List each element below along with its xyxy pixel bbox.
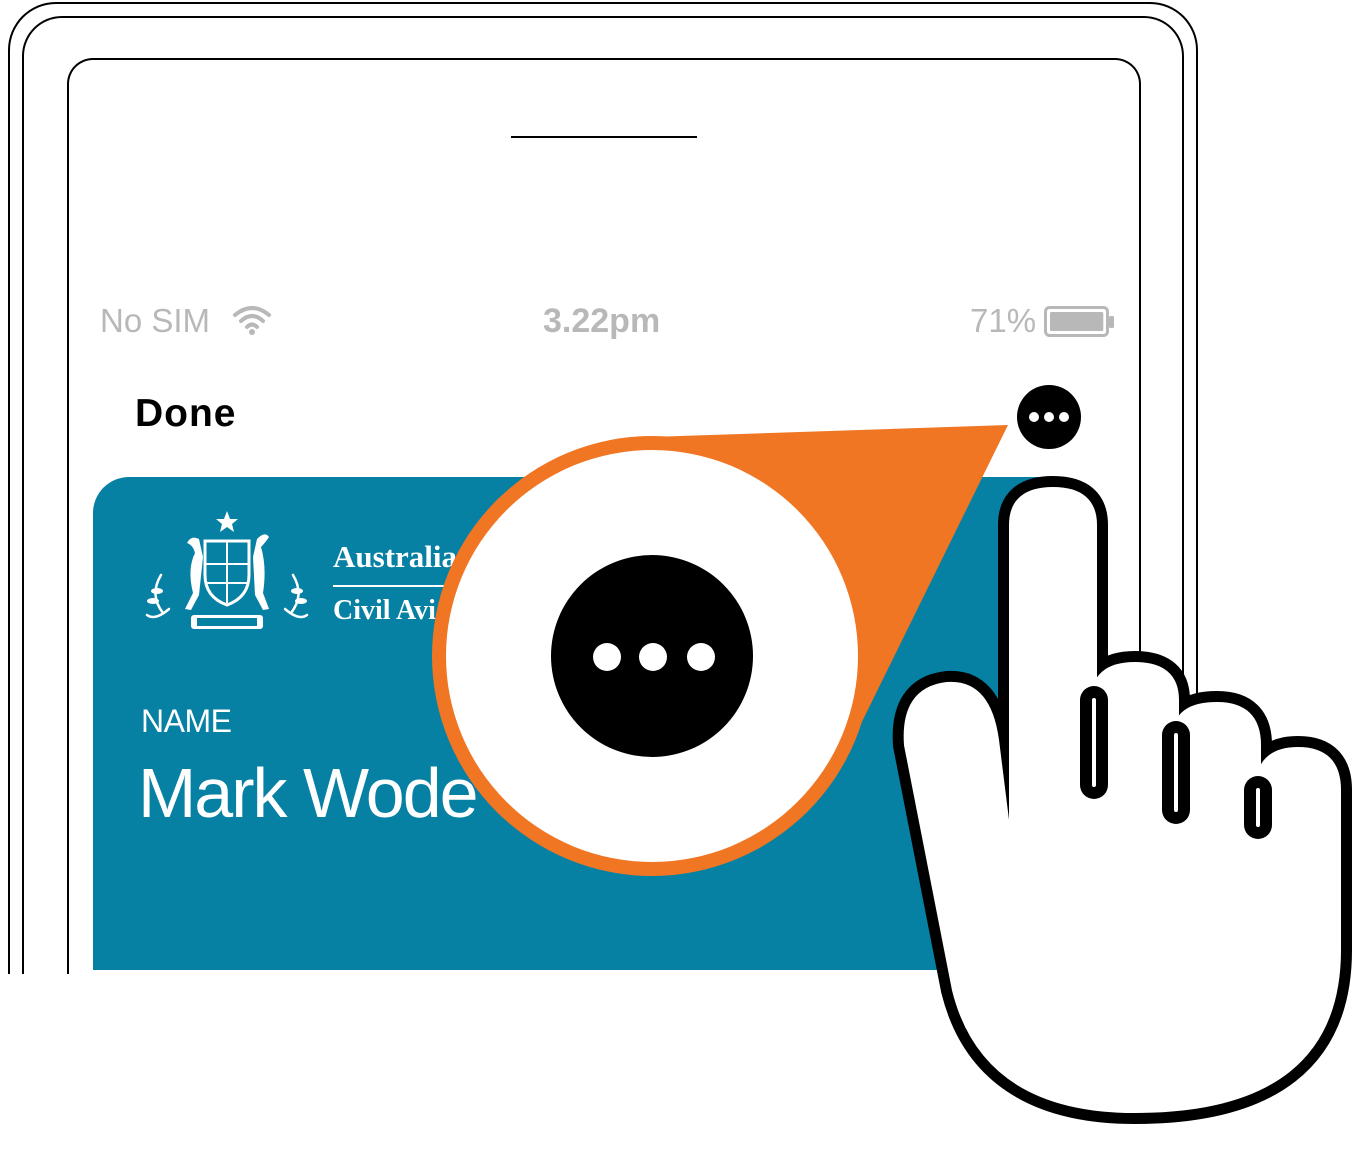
- more-horizontal-icon: [551, 555, 753, 757]
- pointing-hand-icon: [892, 476, 1352, 1124]
- tutorial-overlay: [432, 425, 1352, 1124]
